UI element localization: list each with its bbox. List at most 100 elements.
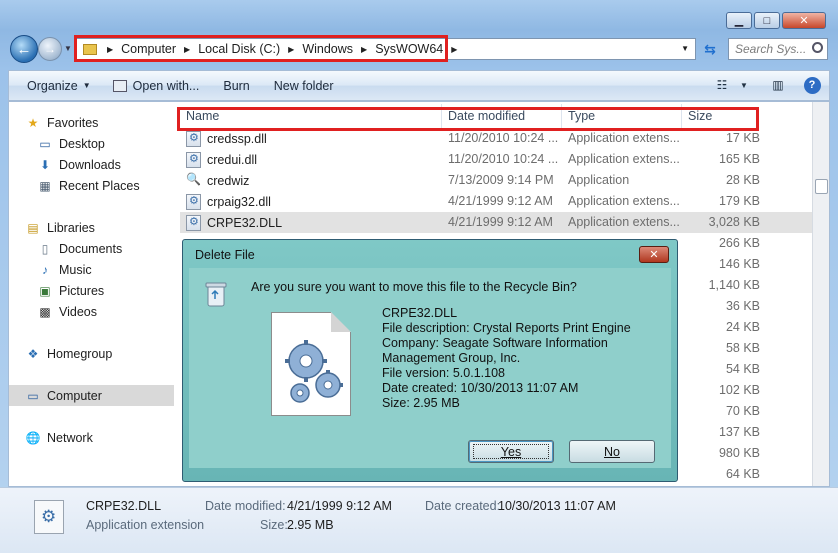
help-icon: ? [803,76,821,94]
sidebar-item-recent-places[interactable]: ▦ Recent Places [37,175,202,196]
no-button[interactable]: No [569,440,655,463]
file-date: 11/20/2010 10:24 ... [448,131,559,145]
table-row[interactable]: crpaig32.dll 4/21/1999 9:12 AM Applicati… [180,191,816,212]
sidebar-item-label: Pictures [59,283,105,298]
help-button[interactable]: ? [803,76,821,94]
file-size: 146 KB [718,257,760,271]
info-company: Company: Seagate Software Information [382,336,608,350]
sidebar-item-videos[interactable]: ▩ Videos [37,301,202,322]
organize-button[interactable]: Organize ▼ [9,71,101,100]
file-date: 7/13/2009 9:14 PM [448,173,554,187]
dll-file-icon [186,152,201,168]
back-arrow-icon: ← [16,40,32,58]
back-button[interactable]: ← [10,35,38,63]
close-button[interactable]: ✕ [782,12,826,29]
open-with-label: Open with... [132,78,200,93]
file-name: credui.dll [207,153,258,167]
open-with-button[interactable]: Open with... [101,71,210,100]
table-row[interactable]: credwiz 7/13/2009 9:14 PM Application 28… [180,170,816,191]
preview-pane-icon[interactable]: ▥ [769,77,787,93]
caption-buttons: ▁ □ ✕ [724,12,826,29]
info-created: Date created: 10/30/2013 11:07 AM [382,381,579,395]
file-size: 179 KB [718,194,760,208]
file-type: Application extens... [568,194,680,208]
vertical-scrollbar[interactable] [812,102,829,486]
file-name: crpaig32.dll [207,195,271,209]
file-type: Application extens... [568,131,680,145]
computer-icon: ▭ [27,388,39,403]
search-input[interactable]: Search Sys... [728,38,828,60]
explorer-window: ▁ □ ✕ ← → ▼ ▶ Computer ▶ Local Disk (C:)… [0,0,838,553]
details-created-value: 10/30/2013 11:07 AM [498,499,616,513]
desktop-icon: ▭ [39,136,51,151]
file-preview [271,312,351,416]
recent-pages-dropdown[interactable]: ▼ [64,44,72,53]
file-type: Application extens... [568,215,680,229]
search-placeholder: Search Sys... [735,42,807,56]
sidebar-item-libraries[interactable]: ▤ Libraries [25,217,190,238]
sidebar-item-network[interactable]: 🌐 Network [25,427,190,448]
address-history-dropdown[interactable]: ▼ [681,44,689,53]
file-type: Application extens... [568,152,680,166]
file-name: credwiz [207,174,250,188]
sidebar-item-documents[interactable]: ▯ Documents [37,238,202,259]
file-name: credssp.dll [207,132,267,146]
sidebar-item-pictures[interactable]: ▣ Pictures [37,280,202,301]
search-icon [812,42,823,53]
file-size: 3,028 KB [708,215,760,229]
sidebar-item-label: Homegroup [47,346,113,361]
recycle-bin-icon [205,282,227,307]
scrollbar-thumb[interactable] [815,179,828,194]
details-modified-value: 4/21/1999 9:12 AM [287,499,392,513]
file-size: 102 KB [718,383,760,397]
details-file-name: CRPE32.DLL [86,499,162,513]
documents-icon: ▯ [41,241,49,256]
sidebar-item-favorites[interactable]: ★ Favorites [25,112,190,133]
minimize-button[interactable]: ▁ [726,12,752,29]
sidebar-item-homegroup[interactable]: ❖ Homegroup [25,343,190,364]
dll-file-icon [186,215,201,231]
homegroup-icon: ❖ [27,346,39,361]
key-app-icon [186,172,201,189]
file-size: 137 KB [718,425,760,439]
file-date: 11/20/2010 10:24 ... [448,152,559,166]
file-size: 24 KB [725,320,760,334]
music-icon: ♪ [42,262,48,277]
info-file-name: CRPE32.DLL [382,306,458,320]
new-folder-button[interactable]: New folder [260,71,344,100]
sidebar-item-label: Recent Places [59,178,140,193]
table-row[interactable]: credui.dll 11/20/2010 10:24 ... Applicat… [180,149,816,170]
details-size-label: Size: [260,518,288,532]
videos-icon: ▩ [39,304,51,319]
dll-file-icon [186,131,201,147]
chevron-right-icon[interactable]: ▶ [451,45,457,54]
command-bar: Organize ▼ Open with... Burn New folder ☷… [8,70,830,101]
file-type: Application [568,173,630,187]
details-file-type: Application extension [86,518,205,532]
sidebar-item-music[interactable]: ♪ Music [37,259,202,280]
table-row-selected[interactable]: CRPE32.DLL 4/21/1999 9:12 AM Application… [180,212,816,233]
view-controls: ☷ ▼ ▥ ? [697,76,821,94]
sidebar-item-computer[interactable]: ▭ Computer [9,385,174,406]
details-created-label: Date created: [425,499,501,513]
sidebar-item-desktop[interactable]: ▭ Desktop [37,133,202,154]
sidebar-item-downloads[interactable]: ⬇ Downloads [37,154,202,175]
sidebar-item-label: Desktop [59,136,105,151]
maximize-button[interactable]: □ [754,12,780,29]
sidebar-item-label: Favorites [47,115,99,130]
dialog-close-button[interactable]: ✕ [639,246,669,263]
file-size: 28 KB [725,173,760,187]
yes-button[interactable]: Yes [468,440,554,463]
info-description: File description: Crystal Reports Print … [382,321,631,335]
chevron-down-icon[interactable]: ▼ [735,77,753,93]
sidebar-item-label: Documents [59,241,123,256]
new-folder-label: New folder [273,78,334,93]
refresh-button[interactable]: ⇆ [698,38,722,60]
file-size: 58 KB [725,341,760,355]
change-view-icon[interactable]: ☷ [713,77,731,93]
sidebar-item-label: Downloads [59,157,121,172]
burn-button[interactable]: Burn [209,71,259,100]
table-row[interactable]: credssp.dll 11/20/2010 10:24 ... Applica… [180,128,816,149]
forward-button[interactable]: → [38,37,62,61]
refresh-icon: ⇆ [704,40,716,57]
